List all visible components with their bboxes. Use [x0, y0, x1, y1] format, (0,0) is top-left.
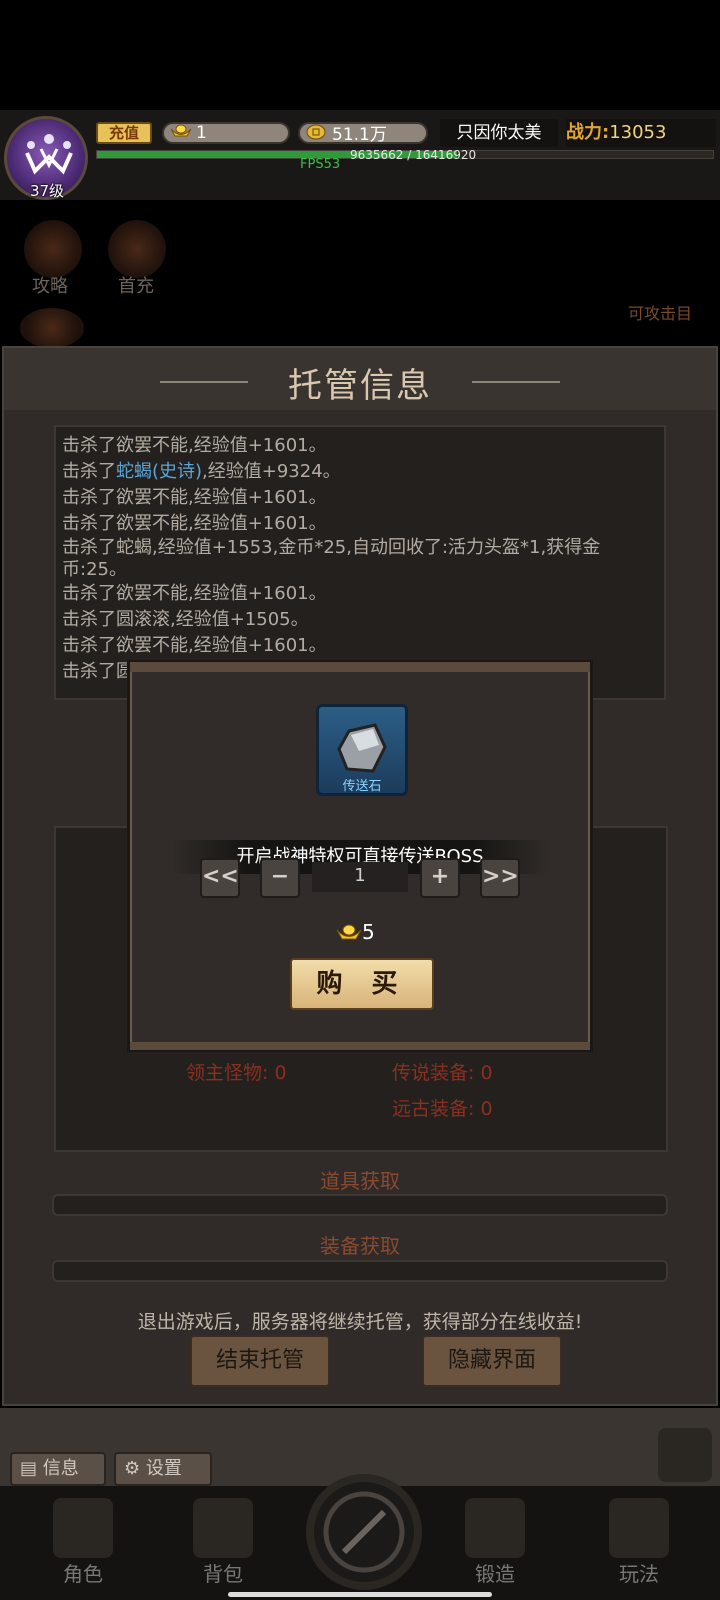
document-icon: ▤: [20, 1458, 38, 1479]
gold-counter: 51.1万: [298, 122, 428, 144]
ancient-equip-count: 远古装备: 0: [392, 1098, 493, 1120]
modal-bottom-border: [130, 1042, 590, 1050]
settings-button[interactable]: ⚙ 设置: [114, 1452, 212, 1486]
hide-ui-button[interactable]: 隐藏界面: [422, 1335, 562, 1387]
legend-equip-count: 传说装备: 0: [392, 1062, 493, 1084]
power-value: 13053: [609, 122, 667, 143]
home-indicator[interactable]: [228, 1592, 492, 1597]
ingot-count: 1: [196, 123, 207, 143]
increase-max-button[interactable]: >>: [480, 858, 520, 898]
hammer-icon: [465, 1498, 525, 1558]
ingot-icon: [336, 922, 362, 940]
auto-battle-button[interactable]: [306, 1474, 422, 1590]
quantity-field[interactable]: 1: [312, 862, 408, 892]
nav-character[interactable]: 角色: [28, 1498, 138, 1587]
backpack-icon: [193, 1498, 253, 1558]
guide-label: 攻略: [32, 276, 68, 297]
log-line: 击杀了欲罢不能,经验值+1601。: [62, 435, 327, 456]
attack-target-label: 可攻击目: [628, 304, 693, 323]
sword-icon: [323, 1491, 405, 1573]
increase-button[interactable]: +: [420, 858, 460, 898]
nav-gameplay[interactable]: 玩法: [584, 1498, 694, 1587]
items-section-label: 道具获取: [320, 1169, 400, 1193]
player-name: 只因你太美: [440, 119, 558, 147]
decrease-button[interactable]: −: [260, 858, 300, 898]
ingot-icon: [170, 124, 196, 142]
nav-label: 锻造: [475, 1562, 515, 1586]
end-hosting-button[interactable]: 结束托管: [190, 1335, 330, 1387]
combat-power: 战力:13053: [566, 119, 716, 147]
log-line: 击杀了欲罢不能,经验值+1601。: [62, 583, 327, 604]
nav-label: 背包: [203, 1562, 243, 1586]
book-icon: [609, 1498, 669, 1558]
settings-label: 设置: [145, 1458, 182, 1479]
log-line: 击杀了欲罢不能,经验值+1601。: [62, 487, 327, 508]
hosting-notice: 退出游戏后，服务器将继续托管，获得部分在线收益!: [137, 1311, 583, 1333]
coin-icon: [306, 124, 332, 144]
gold-amount: 51.1万: [332, 125, 387, 145]
nav-forge[interactable]: 锻造: [440, 1498, 550, 1587]
character-icon: [53, 1498, 113, 1558]
teleport-stone-shortcut[interactable]: [658, 1428, 712, 1482]
first-charge-icon[interactable]: [108, 220, 166, 278]
equip-section-label: 装备获取: [320, 1234, 400, 1258]
nav-bag[interactable]: 背包: [168, 1498, 278, 1587]
panel-title: 托管信息: [288, 366, 432, 406]
log-line: 击杀了蛇蝎(史诗),经验值+9324。: [62, 461, 341, 482]
log-line: 击杀了圆滚滚,经验值+1505。: [62, 609, 309, 630]
item-name: 传送石: [342, 779, 382, 794]
guide-icon[interactable]: [24, 220, 82, 278]
hosting-log[interactable]: 击杀了欲罢不能,经验值+1601。 击杀了蛇蝎(史诗),经验值+9324。 击杀…: [54, 425, 666, 700]
equip-obtained-bar: [52, 1260, 668, 1282]
boss-kills: 领主怪物: 0: [186, 1062, 287, 1084]
nav-label: 角色: [63, 1562, 103, 1586]
crown-icon: [25, 134, 73, 175]
log-line: 击杀了蛇蝎,经验值+1553,金币*25,自动回收了:活力头盔*1,获得金币:2…: [62, 537, 601, 580]
log-line: 击杀了欲罢不能,经验值+1601。: [62, 635, 327, 656]
items-obtained-bar: [52, 1194, 668, 1216]
ingot-counter: 1: [162, 122, 290, 144]
power-label: 战力:: [566, 122, 610, 143]
info-button[interactable]: ▤ 信息: [10, 1452, 106, 1486]
buy-button[interactable]: 购 买: [290, 958, 434, 1010]
log-line: 击杀了欲罢不能,经验值+1601。: [62, 513, 327, 534]
fps-counter: FPS53: [300, 157, 341, 172]
player-level: 37级: [29, 182, 65, 200]
decrease-max-button[interactable]: <<: [200, 858, 240, 898]
nav-label: 玩法: [619, 1562, 659, 1586]
info-label: 信息: [42, 1458, 79, 1479]
monster-name-epic: 蛇蝎(史诗): [116, 461, 203, 482]
xp-text: 9635662 / 16416920: [350, 148, 477, 162]
price-value: 5: [362, 920, 375, 944]
first-charge-label: 首充: [118, 276, 154, 297]
price: 5: [336, 920, 375, 944]
event-icon[interactable]: [20, 308, 84, 348]
modal-top-border: [130, 662, 590, 672]
gear-icon: ⚙: [124, 1458, 141, 1479]
recharge-button[interactable]: 充值: [96, 122, 152, 144]
